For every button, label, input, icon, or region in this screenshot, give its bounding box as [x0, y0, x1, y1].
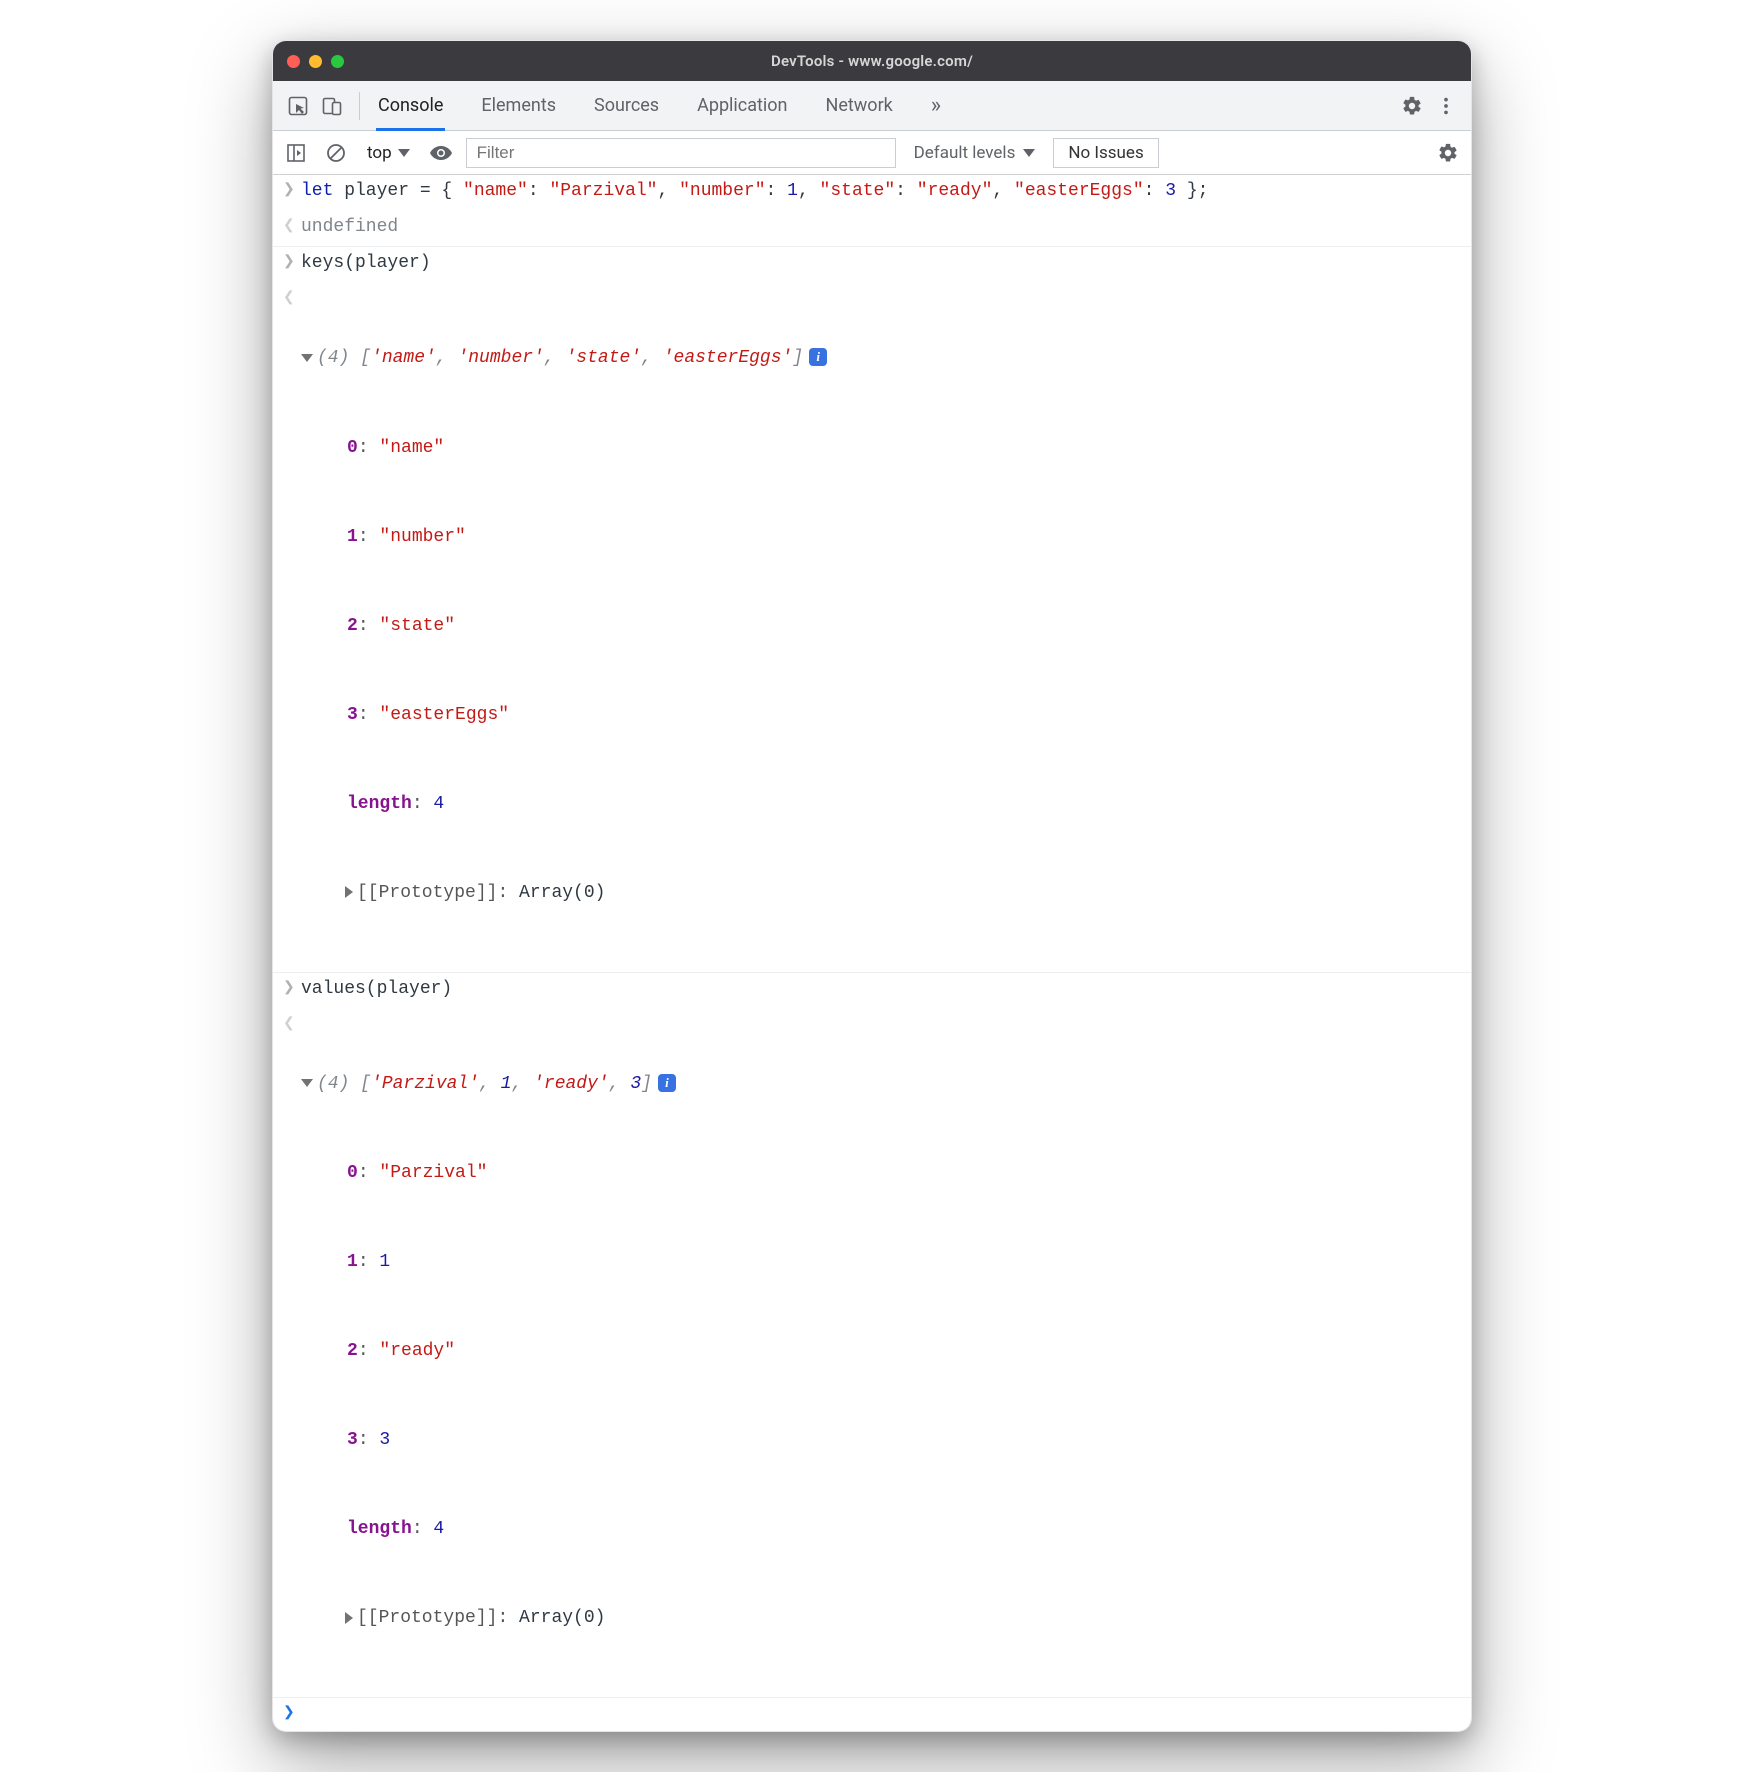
inspect-icon[interactable] — [281, 89, 315, 123]
array-length: length: 4 — [301, 790, 1463, 820]
array-result: (4) ['name', 'number', 'state', 'easterE… — [301, 285, 1463, 968]
array-prototype[interactable]: [[Prototype]]: Array(0) — [301, 1604, 1463, 1634]
clear-console-icon[interactable] — [321, 138, 351, 168]
filter-input[interactable] — [466, 138, 896, 168]
console-toolbar: top Default levels No Issues — [273, 131, 1471, 175]
prompt-chevron-icon — [283, 1700, 301, 1725]
undefined-result: undefined — [301, 213, 1463, 243]
array-summary[interactable]: (4) ['name', 'number', 'state', 'easterE… — [301, 344, 1463, 374]
console-output-row: (4) ['name', 'number', 'state', 'easterE… — [273, 281, 1471, 973]
console-log: let player = { "name": "Parzival", "numb… — [273, 175, 1471, 1731]
filter-field[interactable] — [477, 143, 885, 163]
array-length: length: 4 — [301, 1515, 1463, 1545]
issues-button[interactable]: No Issues — [1053, 138, 1158, 168]
array-item: 3: "easterEggs" — [301, 701, 1463, 731]
prompt-input[interactable] — [301, 1700, 1463, 1725]
console-input-row: keys(player) — [273, 247, 1471, 281]
array-item: 2: "state" — [301, 612, 1463, 642]
tab-application[interactable]: Application — [695, 83, 789, 128]
log-levels-selector[interactable]: Default levels — [906, 143, 1044, 163]
disclosure-triangle-icon[interactable] — [345, 1612, 353, 1624]
output-chevron-icon — [283, 285, 301, 968]
main-toolbar: Console Elements Sources Application Net… — [273, 81, 1471, 131]
output-chevron-icon — [283, 213, 301, 243]
zoom-icon[interactable] — [331, 55, 344, 68]
live-expression-icon[interactable] — [426, 138, 456, 168]
array-item: 3: 3 — [301, 1426, 1463, 1456]
code-line: let player = { "name": "Parzival", "numb… — [301, 177, 1463, 207]
disclosure-triangle-icon[interactable] — [301, 354, 313, 362]
chevron-down-icon — [398, 149, 410, 157]
tab-console[interactable]: Console — [376, 83, 445, 131]
array-item: 0: "name" — [301, 434, 1463, 464]
settings-icon[interactable] — [1395, 89, 1429, 123]
info-icon[interactable]: i — [809, 348, 827, 366]
input-chevron-icon — [283, 975, 301, 1005]
disclosure-triangle-icon[interactable] — [345, 886, 353, 898]
array-item: 0: "Parzival" — [301, 1159, 1463, 1189]
sidebar-toggle-icon[interactable] — [281, 138, 311, 168]
code-line: keys(player) — [301, 249, 1463, 279]
array-item: 1: "number" — [301, 523, 1463, 553]
disclosure-triangle-icon[interactable] — [301, 1079, 313, 1087]
panel-tabs: Console Elements Sources Application Net… — [370, 81, 943, 130]
input-chevron-icon — [283, 249, 301, 279]
array-summary[interactable]: (4) ['Parzival', 1, 'ready', 3]i — [301, 1070, 1463, 1100]
code-line: values(player) — [301, 975, 1463, 1005]
tab-network[interactable]: Network — [824, 83, 895, 128]
tab-sources[interactable]: Sources — [592, 83, 661, 128]
tab-elements[interactable]: Elements — [479, 83, 558, 128]
traffic-lights — [287, 55, 344, 68]
context-label: top — [367, 143, 392, 163]
titlebar: DevTools - www.google.com/ — [273, 41, 1471, 81]
levels-label: Default levels — [914, 143, 1016, 163]
info-icon[interactable]: i — [658, 1074, 676, 1092]
array-result: (4) ['Parzival', 1, 'ready', 3]i 0: "Par… — [301, 1011, 1463, 1694]
input-chevron-icon — [283, 177, 301, 207]
console-output-row: undefined — [273, 209, 1471, 248]
devtools-window: DevTools - www.google.com/ Console Eleme… — [272, 40, 1472, 1732]
array-item: 1: 1 — [301, 1248, 1463, 1278]
chevron-down-icon — [1023, 149, 1035, 157]
console-input-row: let player = { "name": "Parzival", "numb… — [273, 175, 1471, 209]
device-toggle-icon[interactable] — [315, 89, 349, 123]
console-input-row: values(player) — [273, 973, 1471, 1007]
array-item: 2: "ready" — [301, 1337, 1463, 1367]
console-settings-icon[interactable] — [1433, 138, 1463, 168]
console-prompt-row[interactable] — [273, 1698, 1471, 1727]
divider — [359, 92, 360, 120]
minimize-icon[interactable] — [309, 55, 322, 68]
more-tabs-icon[interactable]: » — [929, 81, 943, 130]
console-output-row: (4) ['Parzival', 1, 'ready', 3]i 0: "Par… — [273, 1007, 1471, 1699]
kebab-menu-icon[interactable] — [1429, 89, 1463, 123]
context-selector[interactable]: top — [361, 141, 416, 165]
close-icon[interactable] — [287, 55, 300, 68]
array-prototype[interactable]: [[Prototype]]: Array(0) — [301, 879, 1463, 909]
issues-label: No Issues — [1068, 143, 1143, 163]
window-title: DevTools - www.google.com/ — [273, 52, 1471, 70]
output-chevron-icon — [283, 1011, 301, 1694]
